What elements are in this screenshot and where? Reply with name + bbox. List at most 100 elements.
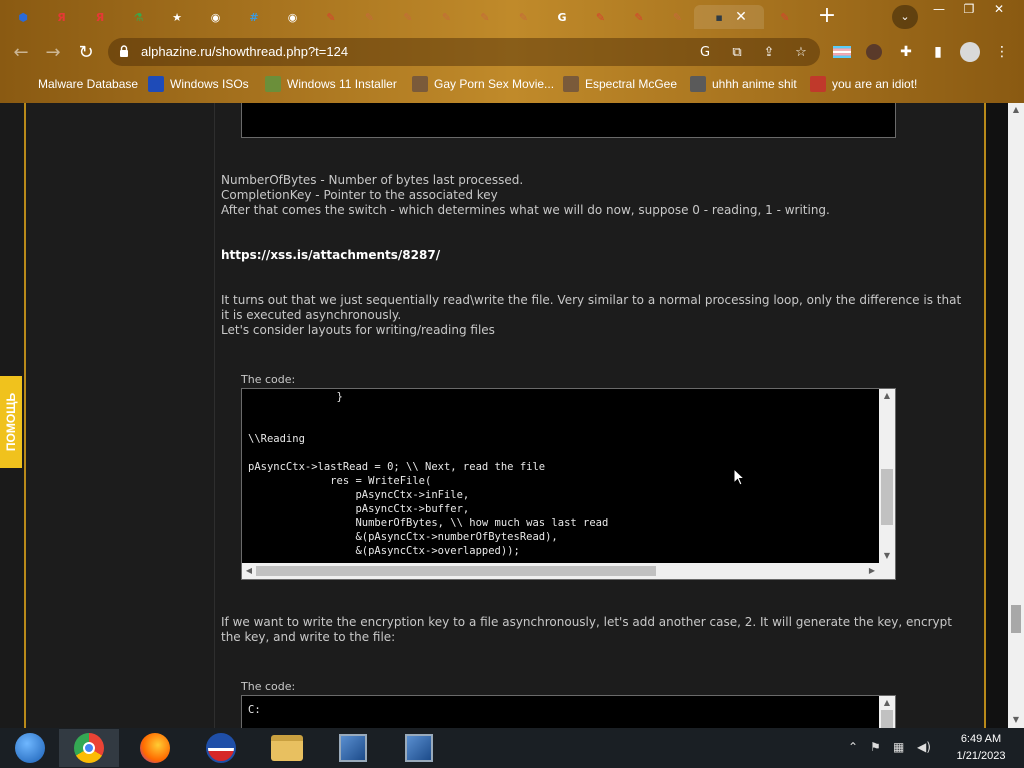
post-text-line: After that comes the switch - which dete… — [221, 203, 830, 217]
url-text[interactable]: alphazine.ru/showthread.php?t=124 — [141, 44, 348, 59]
browser-tab[interactable]: # — [241, 5, 267, 29]
browser-tab[interactable]: ✎ — [357, 5, 383, 29]
menu-kebab-icon[interactable]: ⋮ — [992, 42, 1012, 62]
bookmark-item[interactable]: Windows 11 Installer — [265, 74, 397, 94]
extension-avatar-icon[interactable] — [864, 42, 884, 62]
scrollbar-thumb[interactable] — [881, 710, 893, 728]
scroll-down-arrow-icon[interactable]: ▼ — [879, 551, 895, 561]
tab-strip: ⬢ Я Я ⚗ ★ ◉ # ◉ ✎ ✎ ✎ ✎ ✎ ✎ G ✎ ✎ ✎ ▪ ✕ ✎ — [0, 0, 1024, 34]
share-icon[interactable]: ⇪ — [760, 43, 778, 61]
new-tab-button[interactable]: + — [815, 5, 839, 28]
browser-tab[interactable]: ◉ — [203, 5, 229, 29]
network-icon[interactable]: ▦ — [893, 740, 904, 754]
pencil-icon: ✎ — [634, 10, 644, 24]
tab-close-icon[interactable]: ✕ — [735, 9, 747, 25]
taskbar-obama[interactable] — [191, 729, 251, 767]
taskbar-firefox[interactable] — [125, 729, 185, 767]
taskbar-chrome[interactable] — [59, 729, 119, 767]
browser-tab[interactable]: ✎ — [395, 5, 421, 29]
browser-tab[interactable]: ▪ ✕ — [694, 5, 764, 29]
yandex-icon: Я — [57, 10, 66, 24]
attachment-link[interactable]: https://xss.is/attachments/8287/ — [221, 248, 440, 263]
back-button[interactable]: ← — [8, 39, 34, 65]
code-line: pAsyncCtx->inFile, — [248, 489, 470, 501]
code-line: &(pAsyncCtx->numberOfBytesRead), — [248, 531, 558, 543]
tab-search-button[interactable]: ⌄ — [892, 5, 918, 29]
google-lens-icon[interactable]: G — [696, 43, 714, 61]
google-icon: G — [557, 10, 567, 24]
browser-tab[interactable]: ★ — [164, 5, 190, 29]
code-horizontal-scrollbar[interactable]: ◀ ▶ — [242, 563, 895, 579]
bookmark-item[interactable]: Espectral McGee — [563, 74, 677, 94]
maximize-button[interactable]: ❐ — [954, 0, 984, 18]
browser-tab[interactable]: ✎ — [472, 5, 498, 29]
browser-tab[interactable]: ✎ — [318, 5, 344, 29]
minimize-button[interactable]: — — [924, 0, 954, 18]
browser-tab[interactable]: ⚗ — [126, 5, 152, 29]
reload-button[interactable]: ↻ — [73, 39, 99, 65]
side-panel-icon[interactable]: ▮ — [928, 42, 948, 62]
scrollbar-thumb[interactable] — [881, 469, 893, 525]
code-line: \\Reading — [248, 433, 305, 445]
code-vertical-scrollbar[interactable]: ▲ — [879, 696, 895, 728]
browser-tab[interactable]: Я — [87, 5, 113, 29]
browser-tab[interactable]: Я — [49, 5, 75, 29]
pencil-icon: ✎ — [672, 10, 683, 24]
code-box[interactable]: } \\Reading pAsyncCtx->lastRead = 0; \\ Ne… — [241, 388, 896, 580]
bookmark-item[interactable]: Gay Porn Sex Movie... — [412, 74, 554, 94]
scroll-down-arrow-icon[interactable]: ▼ — [1008, 715, 1024, 725]
page-scrollbar-thumb[interactable] — [1011, 605, 1021, 633]
scroll-up-arrow-icon[interactable]: ▲ — [1008, 105, 1024, 115]
window-close-button[interactable]: ✕ — [984, 0, 1014, 18]
extension-flag-icon[interactable] — [832, 42, 852, 62]
bookmark-item[interactable]: Windows ISOs — [148, 74, 249, 94]
globe-icon: ◉ — [287, 10, 298, 24]
browser-tab[interactable]: ✎ — [665, 5, 691, 29]
bookmark-star-icon[interactable]: ☆ — [792, 43, 810, 61]
lock-icon — [120, 45, 128, 57]
code-vertical-scrollbar[interactable]: ▲ ▼ — [879, 389, 895, 563]
scroll-left-arrow-icon[interactable]: ◀ — [244, 566, 254, 576]
taskbar: ⌃ ⚑ ▦ ◀) 6:49 AM 1/21/2023 — [0, 728, 1024, 768]
browser-tab[interactable]: ✎ — [772, 5, 798, 29]
browser-tab[interactable]: G — [549, 5, 575, 29]
bookmark-item[interactable]: you are an idiot! — [810, 74, 917, 94]
extensions-puzzle-icon[interactable]: ✚ — [896, 42, 916, 62]
code-line: pAsyncCtx->lastRead = 0; \\ Next, read t… — [248, 461, 546, 473]
code-box-2[interactable]: C: ▲ — [241, 695, 896, 728]
browser-tab[interactable]: ✎ — [434, 5, 460, 29]
firefox-icon — [140, 733, 170, 763]
scroll-up-arrow-icon[interactable]: ▲ — [879, 391, 895, 401]
pencil-icon: ✎ — [326, 10, 336, 24]
action-center-flag-icon[interactable]: ⚑ — [870, 740, 881, 754]
browser-tab[interactable]: ✎ — [626, 5, 652, 29]
browser-tab[interactable]: ✎ — [588, 5, 614, 29]
system-clock[interactable]: 6:49 AM 1/21/2023 — [946, 731, 1016, 765]
reload-icon: ↻ — [78, 41, 94, 63]
browser-tab[interactable]: ✎ — [511, 5, 537, 29]
code-label: The code: — [241, 373, 296, 386]
scroll-up-arrow-icon[interactable]: ▲ — [879, 698, 895, 708]
help-tab[interactable]: ПОМОЩЬ — [0, 376, 22, 468]
taskbar-installer-2[interactable] — [389, 729, 449, 767]
bookmark-item[interactable]: Malware Database — [38, 74, 138, 94]
browser-tab[interactable]: ◉ — [280, 5, 306, 29]
tray-overflow-icon[interactable]: ⌃ — [848, 740, 858, 754]
forward-button[interactable]: → — [40, 39, 66, 65]
code-box-previous — [241, 103, 896, 138]
taskbar-installer-1[interactable] — [323, 729, 383, 767]
translate-icon[interactable]: ⧉ — [728, 43, 746, 61]
bookmark-item[interactable]: uhhh anime shit — [690, 74, 797, 94]
clock-time: 6:49 AM — [960, 733, 1002, 745]
address-bar[interactable]: alphazine.ru/showthread.php?t=124 G ⧉ ⇪ … — [108, 38, 820, 66]
profile-icon[interactable] — [960, 42, 980, 62]
scrollbar-thumb[interactable] — [256, 566, 656, 576]
scroll-right-arrow-icon[interactable]: ▶ — [867, 566, 877, 576]
mouse-cursor-icon — [733, 468, 745, 486]
browser-tab[interactable]: ⬢ — [10, 5, 36, 29]
taskbar-file-explorer[interactable] — [257, 729, 317, 767]
volume-icon[interactable]: ◀) — [917, 740, 931, 754]
start-button[interactable] — [0, 729, 60, 767]
page-scrollbar[interactable]: ▲ ▼ — [1008, 103, 1024, 728]
right-gutter — [986, 103, 1008, 728]
